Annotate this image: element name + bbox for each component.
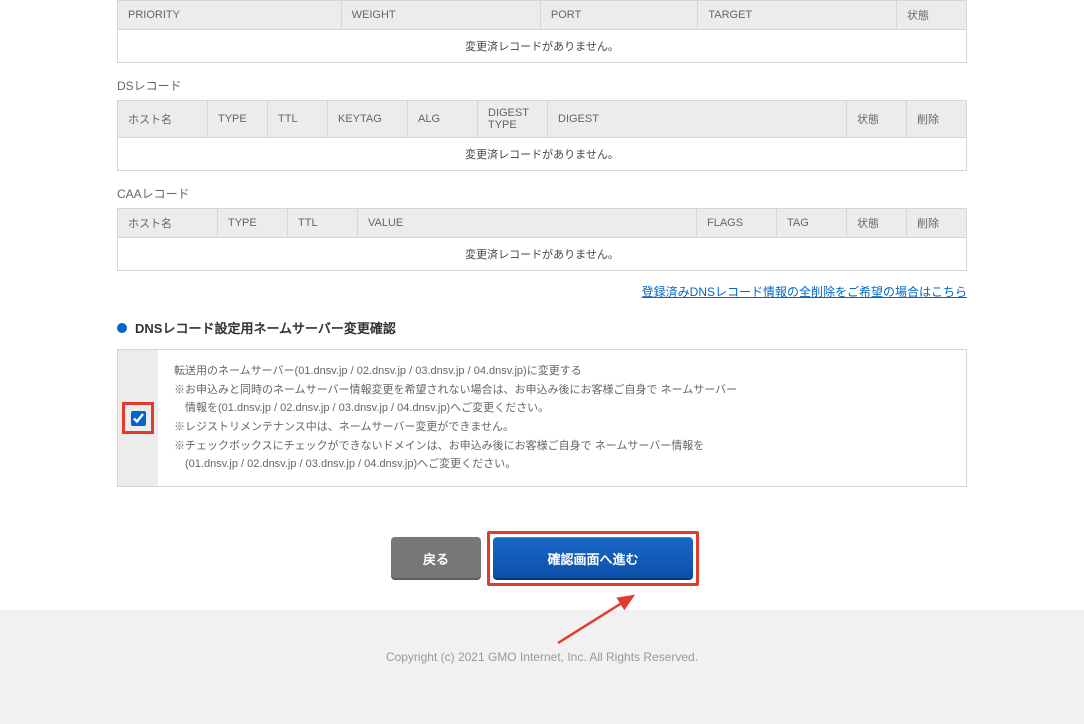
ds-col-ttl: TTL [268, 101, 328, 138]
caa-col-flags: FLAGS [697, 209, 777, 238]
confirm-line1: 転送用のネームサーバー(01.dnsv.jp / 02.dnsv.jp / 03… [174, 362, 737, 381]
ds-col-type: TYPE [208, 101, 268, 138]
back-button[interactable]: 戻る [391, 537, 481, 580]
ds-col-host: ホスト名 [118, 101, 208, 138]
ds-col-alg: ALG [408, 101, 478, 138]
button-row: 戻る 確認画面へ進む [117, 537, 967, 580]
srv-table: PRIORITY WEIGHT PORT TARGET 状態 変更済レコードがあ… [117, 0, 967, 63]
caa-col-host: ホスト名 [118, 209, 218, 238]
bullet-icon [117, 323, 127, 333]
confirm-line6: (01.dnsv.jp / 02.dnsv.jp / 03.dnsv.jp / … [174, 455, 737, 474]
nameserver-heading: DNSレコード設定用ネームサーバー変更確認 [135, 318, 396, 337]
footer-band: Copyright (c) 2021 GMO Internet, Inc. Al… [0, 610, 1084, 724]
nameserver-change-checkbox[interactable] [131, 411, 146, 426]
confirm-line5: ※チェックボックスにチェックができないドメインは、お申込み後にお客様ご自身で ネ… [174, 437, 737, 456]
delete-all-link[interactable]: 登録済みDNSレコード情報の全削除をご希望の場合はこちら [642, 285, 967, 299]
confirm-checkbox-cell [118, 350, 158, 486]
confirm-text: 転送用のネームサーバー(01.dnsv.jp / 02.dnsv.jp / 03… [158, 350, 753, 486]
caa-col-value: VALUE [358, 209, 697, 238]
caa-col-type: TYPE [218, 209, 288, 238]
caa-empty-message: 変更済レコードがありません。 [118, 238, 967, 271]
ds-col-status: 状態 [847, 101, 907, 138]
srv-empty-message: 変更済レコードがありません。 [118, 30, 967, 63]
ds-col-digesttype: DIGEST TYPE [478, 101, 548, 138]
confirm-line3: 情報を(01.dnsv.jp / 02.dnsv.jp / 03.dnsv.jp… [174, 399, 737, 418]
col-port: PORT [540, 1, 697, 30]
proceed-button[interactable]: 確認画面へ進む [493, 537, 693, 580]
col-priority: PRIORITY [118, 1, 342, 30]
col-status: 状態 [897, 1, 967, 30]
caa-table: ホスト名 TYPE TTL VALUE FLAGS TAG 状態 削除 変更済レ… [117, 208, 967, 271]
proceed-button-wrap: 確認画面へ進む [493, 537, 693, 580]
confirm-line4: ※レジストリメンテナンス中は、ネームサーバー変更ができません。 [174, 418, 737, 437]
ds-section-label: DSレコード [117, 77, 967, 94]
ds-col-delete: 削除 [907, 101, 967, 138]
col-target: TARGET [698, 1, 897, 30]
ds-table: ホスト名 TYPE TTL KEYTAG ALG DIGEST TYPE DIG… [117, 100, 967, 171]
ds-empty-message: 変更済レコードがありません。 [118, 138, 967, 171]
caa-col-status: 状態 [847, 209, 907, 238]
ds-col-digest: DIGEST [548, 101, 847, 138]
nameserver-confirm-box: 転送用のネームサーバー(01.dnsv.jp / 02.dnsv.jp / 03… [117, 349, 967, 487]
nameserver-heading-row: DNSレコード設定用ネームサーバー変更確認 [117, 318, 967, 337]
col-weight: WEIGHT [341, 1, 540, 30]
caa-col-tag: TAG [777, 209, 847, 238]
caa-section-label: CAAレコード [117, 185, 967, 202]
copyright: Copyright (c) 2021 GMO Internet, Inc. Al… [0, 650, 1084, 664]
caa-col-delete: 削除 [907, 209, 967, 238]
caa-col-ttl: TTL [288, 209, 358, 238]
confirm-line2: ※お申込みと同時のネームサーバー情報変更を希望されない場合は、お申込み後にお客様… [174, 381, 737, 400]
ds-col-keytag: KEYTAG [328, 101, 408, 138]
